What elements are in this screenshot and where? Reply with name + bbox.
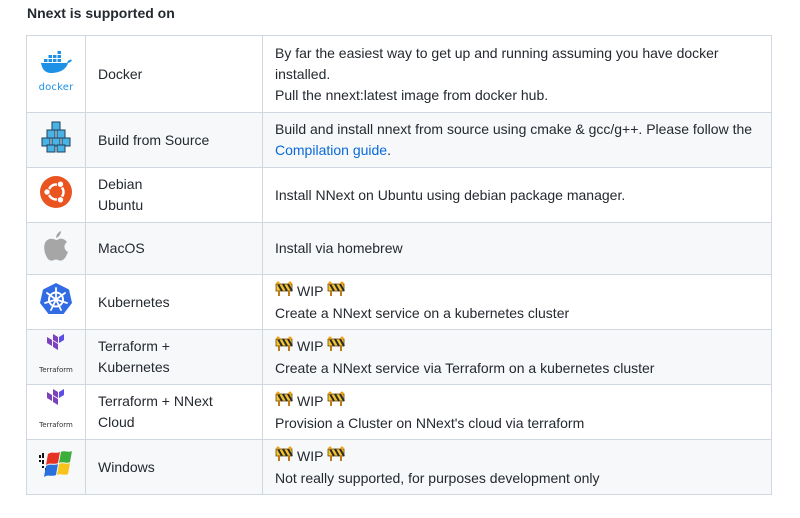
- description-line: Not really supported, for purposes devel…: [275, 469, 600, 486]
- wip-label: WIP: [297, 283, 324, 299]
- platform-name-line: Cloud: [98, 414, 135, 430]
- platform-name: Debian Ubuntu: [85, 167, 263, 223]
- description-line: Create a NNext service on a kubernetes c…: [275, 304, 570, 321]
- apple-icon: [42, 230, 70, 268]
- icon-cell: [26, 222, 86, 275]
- description-line: Provision a Cluster on NNext's cloud via…: [275, 414, 585, 431]
- compilation-guide-link[interactable]: Compilation guide: [275, 142, 387, 158]
- icon-cell: [26, 112, 86, 168]
- terraform-icon: [46, 388, 66, 414]
- platform-name: MacOS: [85, 222, 263, 275]
- description-line: Compilation guide.: [275, 140, 761, 161]
- wip-label: WIP: [297, 448, 324, 464]
- platform-name-line: MacOS: [98, 240, 145, 256]
- construction-barrier-icon: [275, 336, 293, 358]
- platform-name-line: Build from Source: [98, 131, 210, 148]
- icon-cell: Terraform: [26, 384, 86, 440]
- terraform-wordmark: Terraform: [39, 421, 73, 429]
- icon-cell: Terraform: [26, 329, 86, 385]
- wip-status: WIP: [275, 336, 761, 358]
- construction-barrier-icon: [275, 446, 293, 468]
- platform-name: Build from Source: [85, 112, 263, 168]
- wip-status: WIP: [275, 446, 761, 468]
- wip-status: WIP: [275, 281, 761, 303]
- terraform-wordmark: Terraform: [39, 366, 73, 374]
- icon-cell: [26, 167, 86, 223]
- platform-name-line: Ubuntu: [98, 197, 144, 213]
- platform-name: Terraform + Kubernetes: [85, 329, 263, 385]
- table-row: Windows WIP Not really supported, for pu…: [26, 439, 772, 495]
- construction-barrier-icon: [327, 446, 346, 468]
- platform-name: Docker: [85, 35, 263, 113]
- icon-cell: [26, 439, 86, 495]
- platform-description: WIP Create a NNext service on a kubernet…: [262, 274, 772, 330]
- description-line: installed.: [275, 65, 331, 82]
- platform-description: Build and install nnext from source usin…: [262, 112, 772, 168]
- construction-barrier-icon: [327, 391, 346, 413]
- icon-cell: [26, 274, 86, 330]
- platforms-table: docker Docker By far the easiest way to …: [26, 35, 772, 495]
- construction-barrier-icon: [275, 391, 293, 413]
- platform-name-line: Terraform + NNext: [98, 393, 213, 409]
- docker-wordmark: docker: [38, 81, 74, 93]
- table-row: Terraform Terraform + Kubernetes WIP Cre…: [26, 329, 772, 385]
- description-line: By far the easiest way to get up and run…: [275, 44, 719, 61]
- terraform-icon: [46, 333, 66, 359]
- table-row: Debian Ubuntu Install NNext on Ubuntu us…: [26, 167, 772, 223]
- description-line: Install NNext on Ubuntu using debian pac…: [275, 186, 626, 203]
- ubuntu-icon: [39, 175, 73, 215]
- docker-icon: [39, 50, 73, 79]
- platform-name-line: Terraform +: [98, 338, 170, 354]
- construction-barrier-icon: [275, 281, 293, 303]
- wip-status: WIP: [275, 391, 761, 413]
- platform-name: Windows: [85, 439, 263, 495]
- description-line: Pull the nnext:latest image from docker …: [275, 86, 549, 103]
- wip-label: WIP: [297, 338, 324, 354]
- table-row: MacOS Install via homebrew: [26, 222, 772, 275]
- platform-description: By far the easiest way to get up and run…: [262, 35, 772, 113]
- platform-description: WIP Create a NNext service via Terraform…: [262, 329, 772, 385]
- kubernetes-icon: [39, 282, 73, 322]
- platform-description: WIP Provision a Cluster on NNext's cloud…: [262, 384, 772, 440]
- description-line: Build and install nnext from source usin…: [275, 121, 753, 137]
- table-row: docker Docker By far the easiest way to …: [26, 35, 772, 113]
- windows-icon: [38, 449, 74, 485]
- construction-barrier-icon: [327, 281, 346, 303]
- table-row: Terraform Terraform + NNext Cloud WIP Pr…: [26, 384, 772, 440]
- platform-description: WIP Not really supported, for purposes d…: [262, 439, 772, 495]
- platform-name-line: Kubernetes: [98, 359, 170, 375]
- construction-barrier-icon: [327, 336, 346, 358]
- table-row: Build from Source Build and install nnex…: [26, 112, 772, 168]
- table-row: Kubernetes WIP Create a NNext service on…: [26, 274, 772, 330]
- platform-name-line: Kubernetes: [98, 293, 170, 310]
- section-heading: Nnext is supported on: [27, 5, 175, 21]
- link-suffix: .: [387, 142, 391, 158]
- platform-name-line: Docker: [98, 65, 143, 82]
- platform-name-line: Windows: [98, 458, 155, 475]
- platform-description: Install NNext on Ubuntu using debian pac…: [262, 167, 772, 223]
- platform-name: Kubernetes: [85, 274, 263, 330]
- description-line: Install via homebrew: [275, 240, 403, 256]
- platform-name: Terraform + NNext Cloud: [85, 384, 263, 440]
- build-from-source-cubes-icon: [39, 120, 73, 160]
- platform-name-line: Debian: [98, 176, 143, 192]
- platform-description: Install via homebrew: [262, 222, 772, 275]
- description-line: Create a NNext service via Terraform on …: [275, 359, 655, 376]
- icon-cell: docker: [26, 35, 86, 113]
- wip-label: WIP: [297, 393, 324, 409]
